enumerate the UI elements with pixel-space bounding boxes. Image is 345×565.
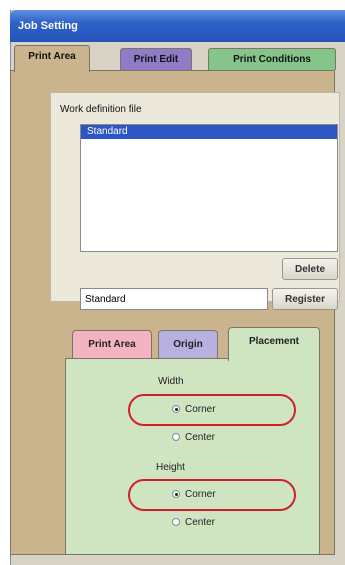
tab-print-edit[interactable]: Print Edit: [120, 48, 192, 70]
register-button[interactable]: Register: [272, 288, 338, 310]
height-corner-label: Corner: [185, 489, 216, 500]
subtab-placement[interactable]: Placement: [228, 327, 320, 361]
width-center-label: Center: [185, 432, 216, 443]
radio-unselected-icon: [172, 518, 180, 526]
width-label: Width: [158, 376, 184, 387]
width-corner-radio[interactable]: Corner: [172, 404, 216, 415]
window-title: Job Setting: [10, 10, 345, 42]
tab-print-conditions[interactable]: Print Conditions: [208, 48, 336, 70]
tab-print-area[interactable]: Print Area: [14, 45, 90, 72]
height-center-label: Center: [185, 517, 216, 528]
height-corner-radio[interactable]: Corner: [172, 489, 216, 500]
width-center-radio[interactable]: Center: [172, 432, 215, 443]
width-corner-label: Corner: [185, 404, 216, 415]
height-label: Height: [156, 462, 185, 473]
height-center-radio[interactable]: Center: [172, 517, 215, 528]
delete-button[interactable]: Delete: [282, 258, 338, 280]
radio-selected-icon: [172, 490, 180, 498]
work-definition-label: Work definition file: [60, 104, 142, 115]
definition-name-input[interactable]: [80, 288, 268, 310]
work-definition-list[interactable]: Standard: [80, 124, 338, 252]
radio-selected-icon: [172, 405, 180, 413]
subtab-origin[interactable]: Origin: [158, 330, 218, 358]
list-item-standard[interactable]: Standard: [81, 125, 337, 139]
subtab-print-area[interactable]: Print Area: [72, 330, 152, 358]
radio-unselected-icon: [172, 433, 180, 441]
